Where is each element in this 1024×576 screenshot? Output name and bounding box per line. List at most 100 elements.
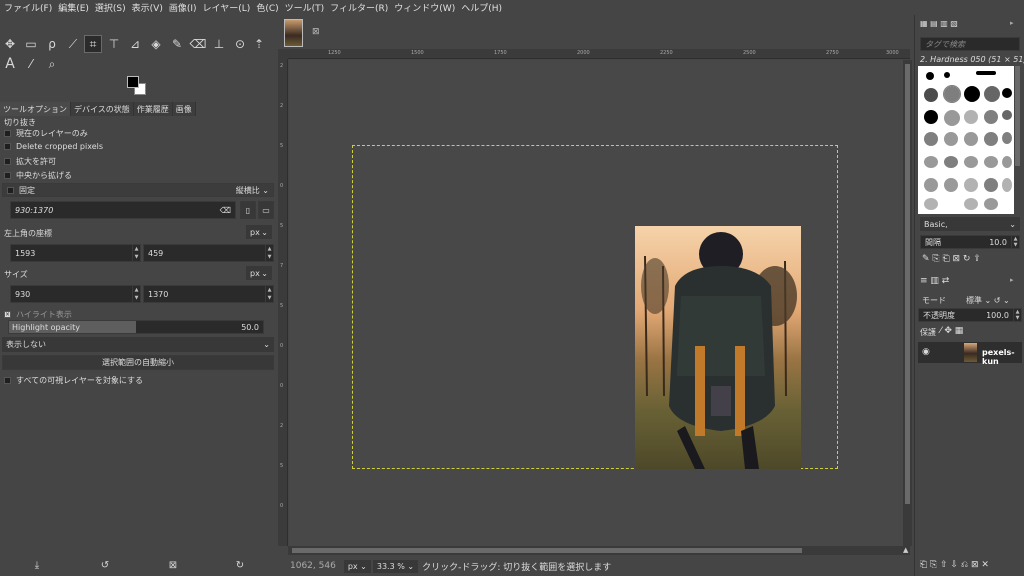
- dodge-tool-icon[interactable]: ⇡: [250, 35, 268, 53]
- dock-menu-icon[interactable]: ▸: [1010, 19, 1014, 27]
- highlight-checkbox[interactable]: × ハイライト表示: [4, 309, 72, 320]
- smudge-tool-icon[interactable]: ⊙: [231, 35, 249, 53]
- clone-tool-icon[interactable]: ⊥: [210, 35, 228, 53]
- move-tool-icon[interactable]: ✥: [1, 35, 19, 53]
- brush-swatch[interactable]: [1002, 88, 1012, 98]
- guides-select[interactable]: 表示しない ⌄: [2, 337, 274, 352]
- menu-image[interactable]: 画像(I): [169, 1, 197, 14]
- vertical-ruler[interactable]: 2 2 5 0 5 7 5 0 0 2 5 0: [278, 59, 288, 546]
- allow-growing-checkbox[interactable]: 拡大を許可: [4, 156, 56, 167]
- warp-tool-icon[interactable]: ⊿: [126, 35, 144, 53]
- current-layer-only-checkbox[interactable]: 現在のレイヤーのみ: [4, 128, 88, 139]
- brush-swatch[interactable]: [984, 110, 998, 124]
- opacity-slider[interactable]: 不透明度 100.0 ▲ ▼: [918, 308, 1022, 322]
- navigate-icon[interactable]: ▲: [903, 546, 912, 555]
- color-picker-icon[interactable]: ⁄: [22, 55, 40, 73]
- brush-swatch[interactable]: [964, 156, 978, 168]
- close-tab-icon[interactable]: ⊠: [312, 27, 320, 37]
- brush-swatch[interactable]: [943, 85, 961, 103]
- brush-swatch[interactable]: [964, 110, 978, 124]
- menu-edit[interactable]: 編集(E): [58, 1, 89, 14]
- portrait-icon[interactable]: ▯: [240, 201, 256, 219]
- brush-swatch[interactable]: [924, 156, 938, 168]
- delete-cropped-checkbox[interactable]: Delete cropped pixels: [4, 142, 103, 151]
- fixed-checkbox[interactable]: [7, 186, 14, 194]
- brush-swatch[interactable]: [924, 178, 938, 192]
- restore-options-icon[interactable]: ↺: [96, 556, 114, 574]
- brush-swatch[interactable]: [944, 72, 950, 78]
- tab-undo-history[interactable]: 作業履歴: [133, 102, 173, 116]
- brush-swatch[interactable]: [924, 88, 938, 102]
- position-unit-select[interactable]: px ⌄: [246, 225, 272, 239]
- position-x-input[interactable]: 1593 ▲ ▼: [10, 244, 141, 262]
- highlight-opacity-slider[interactable]: Highlight opacity 50.0: [8, 320, 264, 334]
- brush-swatch[interactable]: [1002, 132, 1012, 144]
- eye-icon[interactable]: ◉: [922, 347, 930, 357]
- horizontal-scroll-thumb[interactable]: [292, 548, 802, 553]
- layer-tab-icons[interactable]: ≡ ▥ ⇄: [920, 276, 949, 286]
- expand-from-center-checkbox[interactable]: 中央から拡げる: [4, 170, 72, 181]
- fuzzy-select-tool-icon[interactable]: ⟋: [64, 35, 82, 53]
- brush-action-icons[interactable]: ✎ ⎘ ⎗ ⊠ ↻ ⇪: [922, 254, 981, 264]
- brush-swatch[interactable]: [984, 156, 998, 168]
- spacing-slider[interactable]: 間隔 10.0 ▲ ▼: [920, 235, 1020, 249]
- menu-color[interactable]: 色(C): [256, 1, 278, 14]
- size-width-input[interactable]: 930 ▲ ▼: [10, 285, 141, 303]
- brush-swatch[interactable]: [1002, 110, 1012, 120]
- fixed-mode-select[interactable]: 縦横比 ⌄: [236, 185, 269, 196]
- brush-swatch[interactable]: [984, 132, 998, 146]
- cropped-photo[interactable]: [635, 226, 801, 469]
- ratio-input[interactable]: 930:1370 ⌫: [10, 201, 236, 219]
- paintbrush-icon[interactable]: ✎: [168, 35, 186, 53]
- brush-swatch[interactable]: [944, 132, 958, 146]
- brush-swatch[interactable]: [1002, 156, 1012, 168]
- brush-swatch[interactable]: [944, 178, 958, 192]
- brush-swatch[interactable]: [924, 110, 938, 124]
- clear-icon[interactable]: ⌫: [220, 206, 231, 215]
- lock-icons[interactable]: ⁄ ✥ ▦: [940, 326, 963, 336]
- brush-scroll-thumb[interactable]: [1015, 66, 1020, 166]
- brush-swatch[interactable]: [926, 72, 934, 80]
- brush-swatch[interactable]: [964, 132, 978, 146]
- layer-action-icons[interactable]: ⎗ ⎘ ⇧ ⇩ ⎌ ⊠ ✕: [920, 560, 989, 570]
- fg-bg-color-swatch[interactable]: [127, 76, 149, 98]
- brush-swatch[interactable]: [984, 86, 1000, 102]
- menu-filters[interactable]: フィルター(R): [330, 1, 388, 14]
- brush-swatch[interactable]: [964, 178, 978, 192]
- reset-options-icon[interactable]: ↻: [231, 556, 249, 574]
- auto-shrink-button[interactable]: 選択範囲の自動縮小: [2, 355, 274, 370]
- menu-file[interactable]: ファイル(F): [4, 1, 52, 14]
- mode-select[interactable]: 標準 ⌄ ↺ ⌄: [966, 295, 1010, 306]
- size-unit-select[interactable]: px ⌄: [246, 266, 272, 280]
- brush-swatch[interactable]: [984, 178, 998, 192]
- tab-images[interactable]: 画像: [172, 102, 196, 116]
- menu-help[interactable]: ヘルプ(H): [461, 1, 502, 14]
- menu-tools[interactable]: ツール(T): [285, 1, 325, 14]
- vertical-scroll-thumb[interactable]: [905, 64, 910, 504]
- brush-swatch[interactable]: [964, 198, 978, 210]
- rect-select-tool-icon[interactable]: ▭: [22, 35, 40, 53]
- brush-set-select[interactable]: Basic, ⌄: [920, 217, 1020, 231]
- tag-search-input[interactable]: タグで検索: [920, 37, 1020, 51]
- save-options-icon[interactable]: ⤓: [28, 556, 46, 574]
- lasso-tool-icon[interactable]: ρ: [43, 35, 61, 53]
- brush-swatch[interactable]: [944, 156, 958, 168]
- brush-swatch[interactable]: [924, 198, 938, 210]
- brush-swatch[interactable]: [1002, 178, 1012, 192]
- landscape-icon[interactable]: ▭: [258, 201, 274, 219]
- menu-select[interactable]: 選択(S): [95, 1, 126, 14]
- brush-swatch[interactable]: [924, 132, 938, 146]
- layer-row[interactable]: ◉ pexels-kun: [918, 342, 1022, 366]
- crop-tool-icon[interactable]: ⌗: [84, 35, 102, 53]
- eraser-icon[interactable]: ⌫: [189, 35, 207, 53]
- bucket-fill-icon[interactable]: ◈: [147, 35, 165, 53]
- unit-select[interactable]: px ⌄: [343, 559, 371, 573]
- menu-layer[interactable]: レイヤー(L): [203, 1, 251, 14]
- menu-view[interactable]: 表示(V): [132, 1, 163, 14]
- tab-tool-options[interactable]: ツールオプション: [0, 102, 71, 116]
- zoom-select[interactable]: 33.3 % ⌄: [372, 559, 419, 573]
- brush-swatch[interactable]: [976, 71, 996, 75]
- foreground-color[interactable]: [127, 76, 139, 88]
- transform-tool-icon[interactable]: ⊤: [105, 35, 123, 53]
- text-tool-icon[interactable]: A: [1, 55, 19, 73]
